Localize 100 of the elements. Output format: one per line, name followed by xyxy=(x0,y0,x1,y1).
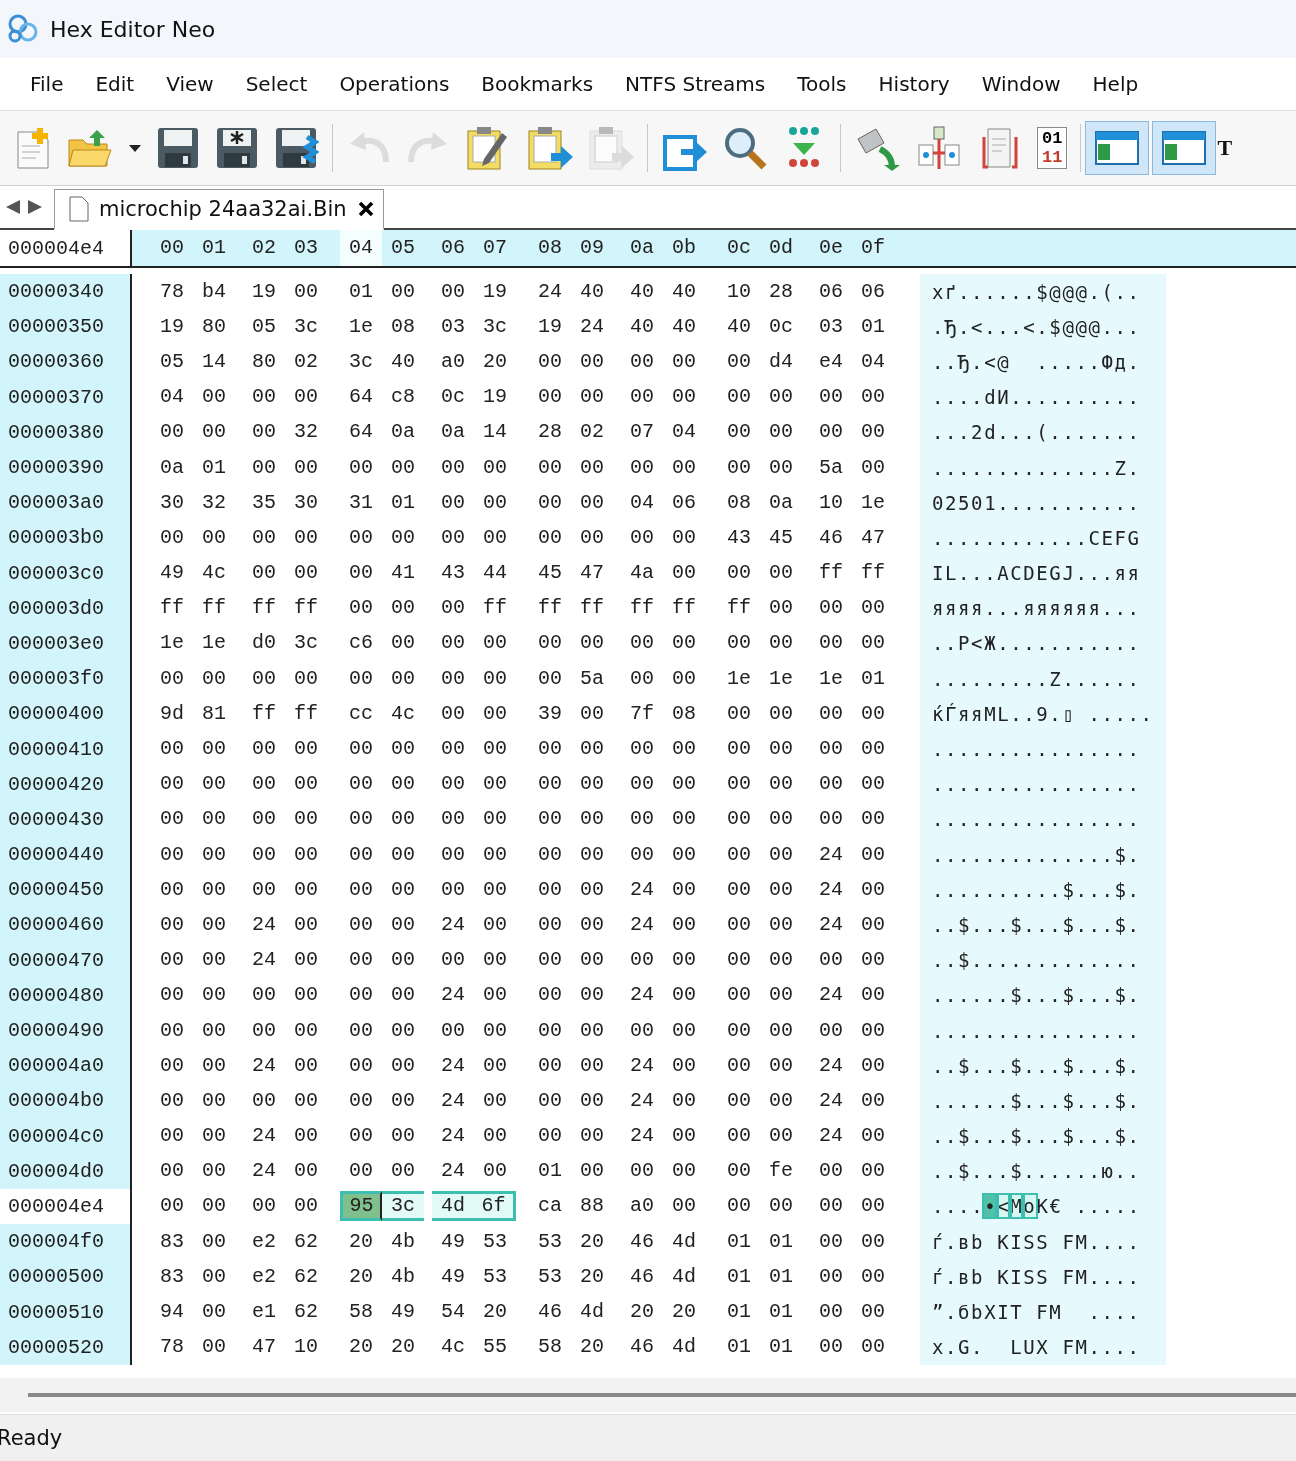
hex-byte: 00 xyxy=(293,1017,319,1044)
hex-byte: 00 xyxy=(201,1123,227,1150)
hex-byte: 00 xyxy=(537,1017,563,1044)
hex-byte: 00 xyxy=(537,348,563,375)
save-as-icon[interactable] xyxy=(214,125,260,171)
menu-item[interactable]: Help xyxy=(1076,68,1155,100)
hex-byte: 4b xyxy=(390,1228,416,1255)
hex-byte: 47 xyxy=(860,524,886,551)
hex-byte: 00 xyxy=(482,1158,508,1185)
row-offset: 000004c0 xyxy=(0,1118,132,1154)
hex-byte: c6 xyxy=(348,630,374,657)
menu-item[interactable]: Operations xyxy=(323,68,466,100)
hex-byte: 00 xyxy=(671,384,697,411)
hex-byte: 00 xyxy=(726,1158,752,1185)
hex-byte: 00 xyxy=(390,736,416,763)
hex-byte: 00 xyxy=(537,841,563,868)
menu-item[interactable]: Select xyxy=(229,68,324,100)
hex-byte: 00 xyxy=(348,841,374,868)
hex-byte: 00 xyxy=(201,771,227,798)
hex-byte: 00 xyxy=(348,736,374,763)
hex-byte: 30 xyxy=(293,489,319,516)
row-offset: 00000430 xyxy=(0,801,132,837)
hex-byte: ff xyxy=(726,595,752,622)
hex-byte: 00 xyxy=(726,419,752,446)
menu-item[interactable]: History xyxy=(862,68,966,100)
menu-item[interactable]: Window xyxy=(965,68,1077,100)
text-panel-icon[interactable] xyxy=(1153,122,1216,174)
hex-byte: 06 xyxy=(860,278,886,305)
hex-byte: 24 xyxy=(251,1158,277,1185)
compare-icon[interactable] xyxy=(915,125,963,171)
menu-item[interactable]: Tools xyxy=(781,68,863,100)
save-icon[interactable] xyxy=(155,125,201,171)
ascii-text: ..............Z. xyxy=(932,456,1141,479)
hex-byte: 40 xyxy=(671,278,697,305)
hex-byte: ff xyxy=(860,560,886,587)
hex-byte: 00 xyxy=(671,1158,697,1185)
hex-byte: 00 xyxy=(768,384,794,411)
hex-byte: ca xyxy=(537,1193,563,1220)
hex-byte: 00 xyxy=(251,560,277,587)
hex-byte: 00 xyxy=(201,876,227,903)
save-all-icon[interactable] xyxy=(273,125,319,171)
menu-item[interactable]: View xyxy=(150,68,230,100)
ascii-text: x.G. LUX FM.... xyxy=(932,1336,1141,1359)
window-title: Hex Editor Neo xyxy=(50,16,216,42)
hex-byte: 19 xyxy=(482,278,508,305)
hex-byte: 00 xyxy=(860,841,886,868)
hex-byte: 41 xyxy=(390,560,416,587)
hex-byte: 00 xyxy=(201,736,227,763)
search-icon[interactable] xyxy=(722,125,768,171)
hex-byte: 00 xyxy=(293,665,319,692)
hex-byte: 00 xyxy=(482,982,508,1009)
hex-byte: 46 xyxy=(629,1263,655,1290)
hex-byte: c8 xyxy=(390,384,416,411)
menu-item[interactable]: File xyxy=(14,68,80,100)
scroll-left-icon[interactable] xyxy=(4,198,22,216)
hex-byte: 20 xyxy=(579,1263,605,1290)
hex-byte: 00 xyxy=(482,665,508,692)
scroll-right-icon[interactable] xyxy=(26,198,44,216)
hex-byte: 00 xyxy=(159,1087,185,1114)
hex-byte: 00 xyxy=(629,1158,655,1185)
close-icon[interactable] xyxy=(356,200,375,218)
hex-byte: 00 xyxy=(293,454,319,481)
hex-byte: 00 xyxy=(201,384,227,411)
file-tab[interactable]: microchip 24aa32ai.Bin xyxy=(54,189,384,230)
hex-byte: 00 xyxy=(482,1017,508,1044)
hex-byte: 62 xyxy=(293,1263,319,1290)
hex-byte: 32 xyxy=(201,489,227,516)
hex-byte: 00 xyxy=(390,1158,416,1185)
hex-byte: 10 xyxy=(726,278,752,305)
hex-byte: 46 xyxy=(629,1228,655,1255)
row-offset: 000003f0 xyxy=(0,661,132,697)
menu-item[interactable]: NTFS Streams xyxy=(609,68,782,100)
hex-byte: 00 xyxy=(671,736,697,763)
caret-icon[interactable] xyxy=(128,143,142,153)
hex-byte: 00 xyxy=(201,1158,227,1185)
menu-item[interactable]: Bookmarks xyxy=(465,68,610,100)
hex-byte: 00 xyxy=(726,1193,752,1220)
column-header: 05 xyxy=(390,235,416,261)
hex-byte: 53 xyxy=(537,1228,563,1255)
row-offset: 000004a0 xyxy=(0,1048,132,1084)
hex-byte: 00 xyxy=(482,947,508,974)
horizontal-scrollbar[interactable] xyxy=(28,1393,1296,1397)
window-panel-icon[interactable] xyxy=(1086,122,1149,174)
hex-byte: 00 xyxy=(579,1017,605,1044)
hex-byte: 24 xyxy=(629,876,655,903)
hex-byte: 05 xyxy=(159,348,185,375)
hex-byte: 00 xyxy=(348,982,374,1009)
hex-byte: 00 xyxy=(390,630,416,657)
column-header: 07 xyxy=(482,235,508,261)
clipboard-paste-icon[interactable] xyxy=(525,125,573,171)
hex-byte: 00 xyxy=(390,454,416,481)
hex-byte: 00 xyxy=(390,841,416,868)
hex-byte: ff xyxy=(251,700,277,727)
hex-byte: 00 xyxy=(671,911,697,938)
hex-byte: 00 xyxy=(390,1017,416,1044)
menu-item[interactable]: Edit xyxy=(79,68,151,100)
hex-byte: 01 xyxy=(726,1299,752,1326)
hex-byte: 00 xyxy=(671,1087,697,1114)
hex-byte: 00 xyxy=(159,1158,185,1185)
binary-view-button[interactable]: 01 11 xyxy=(1037,127,1068,169)
